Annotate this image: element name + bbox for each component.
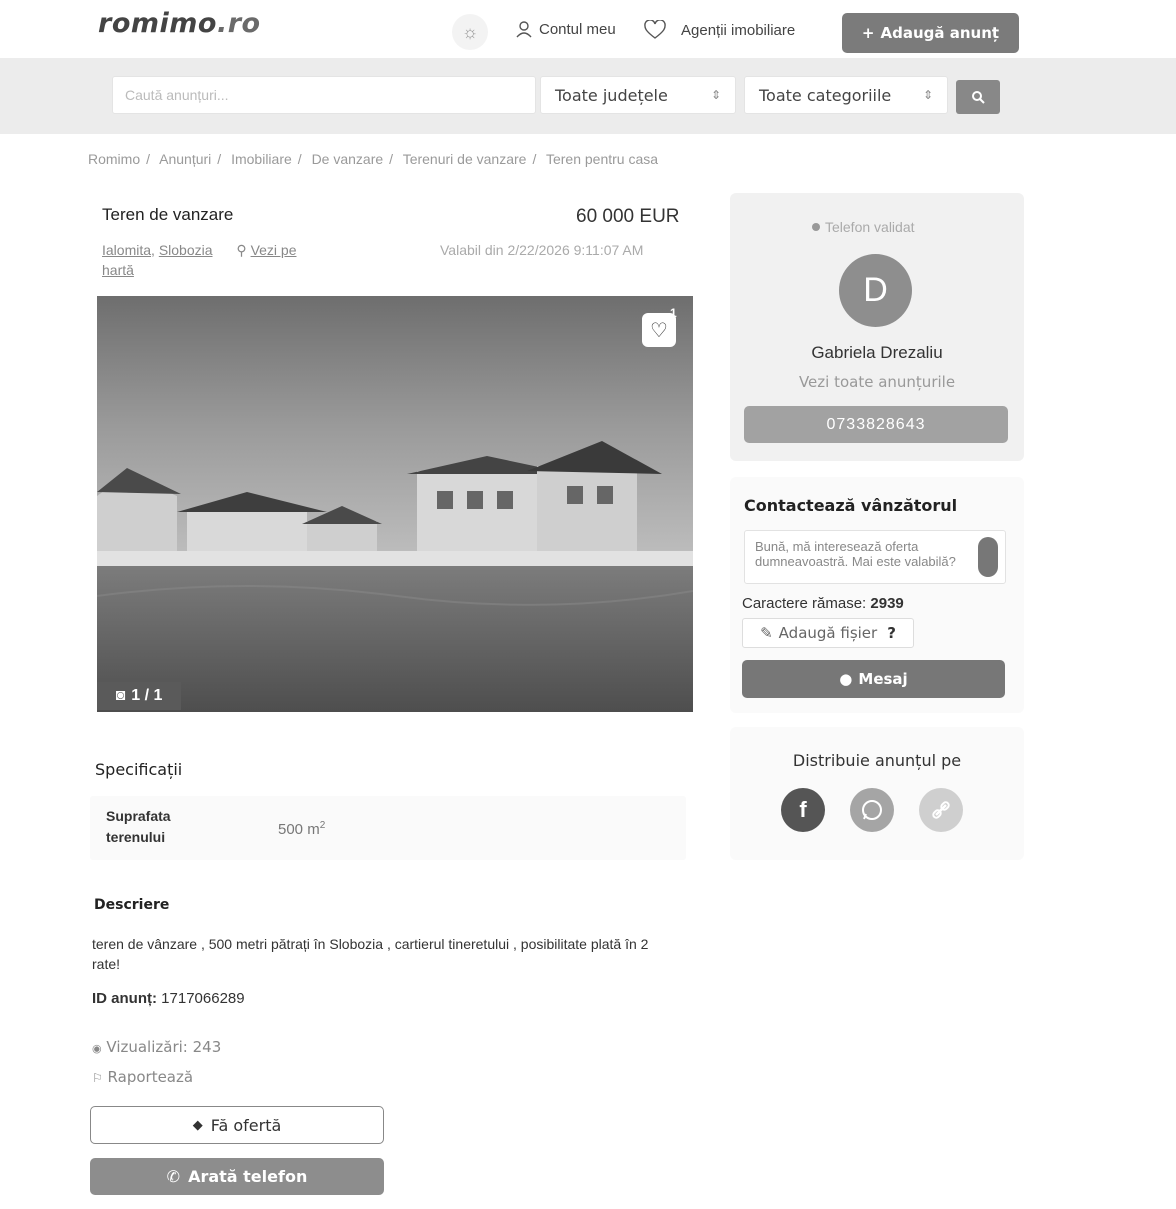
listing-id-label: ID anunț:: [92, 990, 157, 1007]
spec-value-number: 500 m: [278, 821, 320, 838]
facebook-icon[interactable]: f: [781, 788, 825, 832]
link-glyph: [932, 801, 950, 819]
search-input[interactable]: Caută anunțuri...: [112, 76, 536, 114]
specs-table: [90, 796, 686, 860]
breadcrumb-item[interactable]: Anunțuri: [159, 151, 211, 167]
show-phone-button[interactable]: ✆ Arată telefon: [90, 1158, 384, 1195]
phone-validated-badge: Telefon validat: [812, 219, 915, 235]
share-title: Distribuie anunțul pe: [792, 751, 962, 770]
attach-file-button[interactable]: ✎ Adaugă fișier ?: [742, 618, 914, 648]
select-caret-icon: ⇕: [922, 88, 933, 102]
breadcrumb-item[interactable]: Romimo: [88, 151, 140, 167]
listing-title: Teren de vanzare: [102, 205, 234, 224]
avatar[interactable]: D: [839, 254, 912, 327]
chars-remaining: Caractere rămase: 2939: [742, 595, 904, 612]
listing-price: 60 000 EUR: [576, 206, 680, 227]
spec-value: 500 m2: [278, 820, 325, 838]
paperclip-icon: ✎: [760, 624, 773, 642]
account-link[interactable]: Contul meu: [515, 20, 616, 38]
map-pin-icon: ⚲: [236, 242, 247, 258]
location-city-link[interactable]: Slobozia: [159, 242, 213, 258]
report-text: Raportează: [107, 1068, 194, 1086]
category-select-value: Toate categoriile: [759, 85, 892, 105]
photo-counter: ◙ 1 / 1: [97, 682, 181, 710]
see-all-listings-link[interactable]: Vezi toate anunțurile: [730, 373, 1024, 391]
site-logo[interactable]: romimo.ro: [98, 8, 261, 39]
send-message-label: Mesaj: [858, 670, 908, 688]
contact-title: Contactează vânzătorul: [744, 496, 958, 515]
location-county-link[interactable]: Ialomita: [102, 242, 151, 258]
spec-label-line: terenului: [106, 829, 166, 845]
county-select[interactable]: Toate județele ⇕: [540, 76, 736, 114]
phone-validated-text: Telefon validat: [825, 219, 915, 235]
description-title: Descriere: [94, 897, 170, 913]
textarea-scrollbar[interactable]: [978, 537, 998, 577]
eye-icon: ◉: [92, 1042, 102, 1055]
camera-icon: ◙: [115, 687, 126, 704]
breadcrumb-item[interactable]: Terenuri de vanzare: [403, 151, 527, 167]
theme-toggle-sun-icon[interactable]: ☼: [452, 14, 488, 50]
account-label: Contul meu: [539, 20, 616, 38]
show-phone-label: Arată telefon: [188, 1167, 308, 1186]
make-offer-label: Fă ofertă: [210, 1115, 282, 1135]
logo-tld: .ro: [216, 8, 261, 39]
specs-title: Specificații: [95, 760, 183, 779]
send-message-button[interactable]: ● Mesaj: [742, 660, 1005, 698]
heart-icon: [644, 20, 666, 39]
attach-file-label: Adaugă fișier: [778, 624, 878, 642]
valid-since: Valabil din 2/22/2026 9:11:07 AM: [440, 242, 644, 258]
whatsapp-glyph: [862, 800, 882, 820]
spec-label-line: Suprafata: [106, 808, 171, 824]
add-listing-button[interactable]: + Adaugă anunț: [842, 13, 1019, 53]
chars-remaining-label: Caractere rămase:: [742, 595, 867, 612]
copy-link-icon[interactable]: [919, 788, 963, 832]
views-count: ◉ Vizualizări: 243: [92, 1038, 221, 1056]
breadcrumb: Romimo / Anunțuri / Imobiliare / De vanzare…: [88, 151, 659, 167]
select-caret-icon: ⇕: [710, 88, 721, 102]
favorites-count: 1: [670, 306, 677, 320]
add-listing-label: Adaugă anunț: [880, 24, 1000, 42]
category-select[interactable]: Toate categoriile ⇕: [744, 76, 948, 114]
listing-location: Ialomita, Slobozia ⚲ Vezi pe hartă: [102, 242, 297, 278]
logo-main: romimo: [98, 8, 217, 39]
breadcrumb-item[interactable]: Teren pentru casa: [546, 151, 658, 167]
message-textarea[interactable]: Bună, mă interesează oferta dumneavoastr…: [744, 530, 1006, 584]
breadcrumb-item[interactable]: Imobiliare: [231, 151, 292, 167]
search-button[interactable]: [956, 80, 1000, 114]
spec-label: Suprafata terenului: [106, 806, 171, 848]
breadcrumb-item[interactable]: De vanzare: [312, 151, 384, 167]
listing-id-value: 1717066289: [161, 990, 245, 1007]
flag-icon: ⚐: [92, 1071, 103, 1085]
search-icon: [972, 91, 985, 104]
check-dot-icon: [812, 223, 820, 231]
whatsapp-icon[interactable]: [850, 788, 894, 832]
report-link[interactable]: ⚐ Raportează: [92, 1068, 193, 1086]
county-select-value: Toate județele: [555, 85, 668, 105]
seller-name[interactable]: Gabriela Drezaliu: [730, 343, 1024, 363]
agents-link[interactable]: Agenții imobiliare: [643, 20, 795, 40]
chars-remaining-value: 2939: [870, 595, 904, 612]
agents-label: Agenții imobiliare: [681, 21, 796, 39]
description-text: teren de vânzare , 500 metri pătrați în …: [92, 936, 649, 972]
user-icon: [516, 21, 532, 38]
seller-phone-button[interactable]: 0733828643: [744, 406, 1008, 443]
photo-image: [97, 296, 693, 712]
plus-icon: +: [861, 24, 875, 42]
listing-photo[interactable]: [97, 296, 693, 712]
spec-value-exponent: 2: [319, 820, 326, 831]
help-icon[interactable]: ?: [887, 624, 896, 642]
photo-counter-text: 1 / 1: [131, 687, 163, 704]
listing-id: ID anunț: 1717066289: [92, 990, 245, 1007]
views-text: Vizualizări: 243: [106, 1038, 222, 1056]
chat-bubble-icon: ●: [839, 670, 853, 688]
tag-icon: ◆: [192, 1117, 203, 1133]
phone-icon: ✆: [166, 1167, 181, 1186]
make-offer-button[interactable]: ◆ Fă ofertă: [90, 1106, 384, 1144]
